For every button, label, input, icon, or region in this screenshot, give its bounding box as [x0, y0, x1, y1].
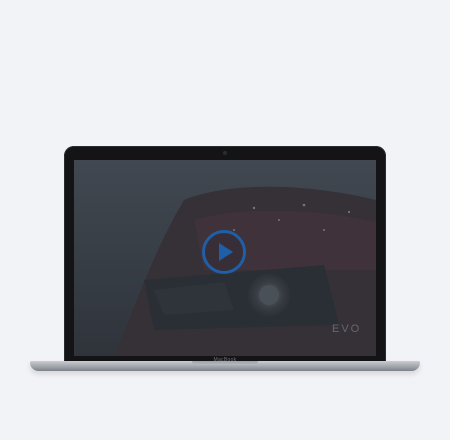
- play-button[interactable]: [202, 230, 246, 274]
- camera-icon: [223, 151, 227, 155]
- play-icon: [219, 243, 233, 261]
- brand-label: MacBook: [213, 357, 237, 363]
- video-screen[interactable]: EVO: [74, 160, 376, 356]
- laptop-lid: EVO: [64, 146, 386, 364]
